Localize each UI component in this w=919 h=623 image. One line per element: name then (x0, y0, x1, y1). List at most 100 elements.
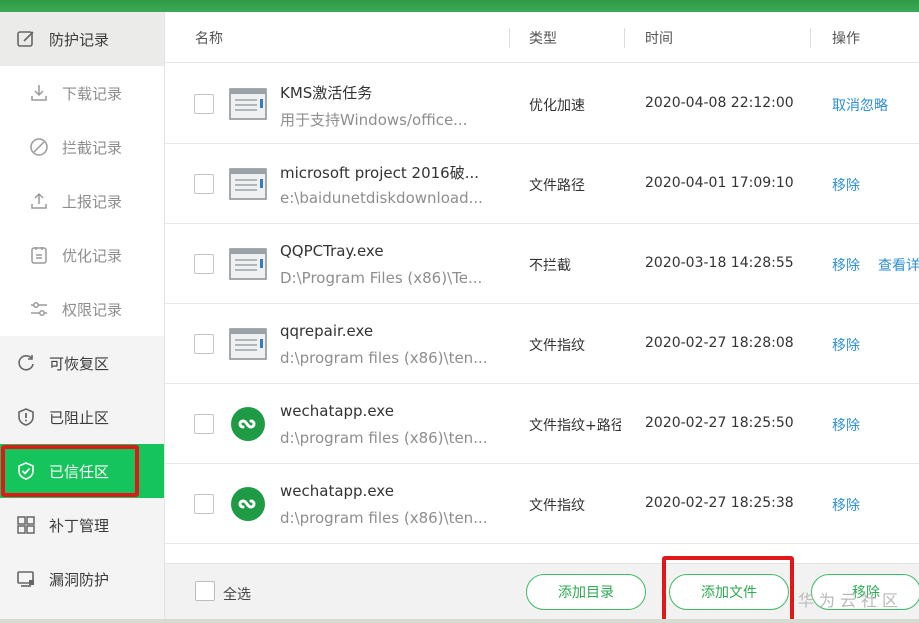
sidebar-item-optimize-log[interactable]: 优化记录 (0, 228, 164, 282)
item-time: 2020-02-27 18:25:38 (645, 495, 794, 511)
item-time: 2020-04-01 17:09:10 (645, 175, 794, 191)
column-type[interactable]: 类型 (529, 28, 557, 48)
item-name: KMS激活任务 (280, 84, 373, 102)
item-name: microsoft project 2016破... (280, 164, 480, 182)
remove-link[interactable]: 移除 (832, 415, 860, 435)
sidebar-item-block-log[interactable]: 拦截记录 (0, 120, 164, 174)
remove-link[interactable]: 移除 (832, 175, 860, 195)
sidebar-item-report-log[interactable]: 上报记录 (0, 174, 164, 228)
sidebar-item-recoverable[interactable]: 可恢复区 (0, 336, 164, 390)
item-path: d:\program files (x86)\ten... (280, 429, 488, 447)
item-type: 文件路径 (529, 178, 585, 194)
cancel-ignore-link[interactable]: 取消忽略 (832, 95, 888, 115)
row-checkbox[interactable] (194, 94, 214, 114)
table-row: wechatapp.exe d:\program files (x86)\ten… (165, 464, 919, 544)
item-path: e:\baidunetdiskdownload... (280, 189, 483, 207)
item-name: QQPCTray.exe (280, 242, 384, 260)
sliders-icon (28, 298, 50, 320)
item-time: 2020-03-18 14:28:55 (645, 255, 794, 271)
sidebar-item-label: 已阻止区 (49, 408, 110, 427)
column-divider (624, 28, 625, 48)
column-divider (810, 28, 811, 48)
sidebar-item-label: 漏洞防护 (49, 570, 110, 589)
miniprogram-icon (231, 407, 265, 441)
sidebar-item-patch[interactable]: 补丁管理 (0, 498, 164, 552)
miniprogram-icon (231, 487, 265, 521)
sidebar-item-trusted[interactable]: 已信任区 (0, 444, 164, 498)
row-checkbox[interactable] (194, 414, 214, 434)
shield-alert-icon (15, 406, 37, 428)
item-type: 文件指纹 (529, 338, 585, 354)
view-details-link[interactable]: 查看详 (878, 255, 919, 275)
block-icon (28, 136, 50, 158)
watermark: 华为云社区 (798, 591, 904, 610)
sidebar: 防护记录 下载记录 拦截记录 上报记录 优化记录 权限记录 可恢复区 已阻止区 … (0, 12, 165, 623)
item-type: 文件指纹 (529, 498, 585, 514)
table-header: 名称 类型 时间 操作 (165, 12, 919, 63)
sidebar-item-label: 权限记录 (62, 300, 123, 319)
grid-icon (15, 514, 37, 536)
table-row: KMS激活任务 用于支持Windows/office... 优化加速 2020-… (165, 64, 919, 144)
item-time: 2020-04-08 22:12:00 (645, 95, 794, 111)
refresh-icon (15, 352, 37, 374)
item-path: 用于支持Windows/office... (280, 111, 468, 129)
select-all-checkbox[interactable] (195, 581, 215, 601)
table-row: microsoft project 2016破... e:\baidunetdi… (165, 144, 919, 224)
footer-toolbar: 全选 添加目录 添加文件 移除 华为云社区 (165, 563, 919, 623)
window-top-bar (0, 0, 919, 12)
remove-link[interactable]: 移除 (832, 335, 860, 355)
sidebar-item-label: 补丁管理 (49, 516, 110, 535)
remove-link[interactable]: 移除 (832, 255, 860, 275)
monitor-icon (15, 568, 37, 590)
column-divider (509, 28, 510, 48)
item-name: qqrepair.exe (280, 322, 374, 340)
sidebar-item-label: 防护记录 (49, 30, 110, 49)
item-time: 2020-02-27 18:25:50 (645, 415, 794, 431)
sidebar-item-label: 优化记录 (62, 246, 123, 265)
sidebar-item-label: 上报记录 (62, 192, 123, 211)
sidebar-item-download-log[interactable]: 下载记录 (0, 66, 164, 120)
window-icon (229, 168, 267, 200)
item-time: 2020-02-27 18:28:08 (645, 335, 794, 351)
add-directory-button[interactable]: 添加目录 (526, 574, 646, 610)
item-path: d:\program files (x86)\ten... (280, 509, 488, 527)
sidebar-item-label: 下载记录 (62, 84, 123, 103)
edit-icon (15, 28, 37, 50)
sidebar-item-permission-log[interactable]: 权限记录 (0, 282, 164, 336)
sidebar-item-label: 已信任区 (49, 462, 110, 481)
trusted-list-panel: 名称 类型 时间 操作 KMS激活任务 用于支持Windows/office..… (165, 12, 919, 623)
column-action: 操作 (832, 31, 860, 47)
row-checkbox[interactable] (194, 254, 214, 274)
item-path: D:\Program Files (x86)\Te... (280, 269, 483, 287)
column-time[interactable]: 时间 (645, 28, 673, 48)
clipboard-icon (28, 244, 50, 266)
sidebar-item-protection-log[interactable]: 防护记录 (0, 12, 164, 66)
item-path: d:\program files (x86)\ten... (280, 349, 488, 367)
upload-icon (28, 190, 50, 212)
item-name: wechatapp.exe (280, 402, 394, 420)
table-row: qqrepair.exe d:\program files (x86)\ten.… (165, 304, 919, 384)
download-icon (28, 82, 50, 104)
item-type: 不拦截 (529, 258, 571, 274)
row-checkbox[interactable] (194, 494, 214, 514)
column-name[interactable]: 名称 (195, 28, 223, 48)
window-icon (229, 328, 267, 360)
window-icon (229, 248, 267, 280)
add-file-button[interactable]: 添加文件 (669, 574, 789, 610)
row-checkbox[interactable] (194, 174, 214, 194)
remove-link[interactable]: 移除 (832, 495, 860, 515)
sidebar-item-blocked[interactable]: 已阻止区 (0, 390, 164, 444)
sidebar-item-label: 拦截记录 (62, 138, 123, 157)
table-row: QQPCTray.exe D:\Program Files (x86)\Te..… (165, 224, 919, 304)
item-type: 文件指纹+路径 (529, 418, 621, 434)
select-all-label[interactable]: 全选 (223, 584, 251, 604)
table-row: wechatapp.exe d:\program files (x86)\ten… (165, 384, 919, 464)
item-type: 优化加速 (529, 98, 585, 114)
window-icon (229, 88, 267, 120)
item-name: wechatapp.exe (280, 482, 394, 500)
sidebar-item-vuln-protect[interactable]: 漏洞防护 (0, 552, 164, 606)
sidebar-item-label: 可恢复区 (49, 354, 110, 373)
shield-check-icon (15, 460, 37, 482)
window-bottom-edge (0, 619, 919, 623)
row-checkbox[interactable] (194, 334, 214, 354)
